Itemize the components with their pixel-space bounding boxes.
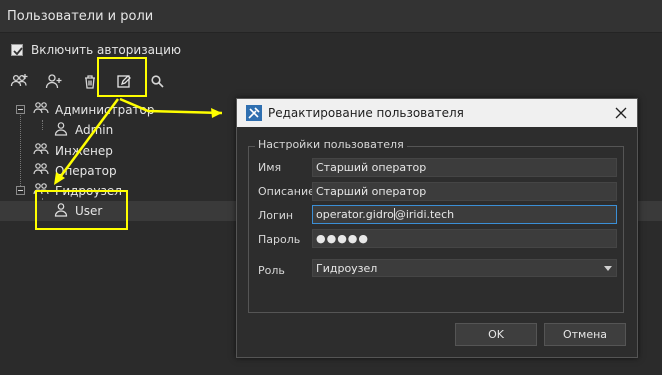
tree-item-operator[interactable]: Оператор [0,161,236,181]
description-value: Старший оператор [316,185,427,198]
name-field[interactable]: Старший оператор [312,158,617,177]
chevron-down-icon[interactable] [604,266,612,271]
close-button[interactable] [611,103,631,123]
login-value-start: operator.gidro [316,208,394,221]
cancel-button[interactable]: Отмена [544,323,626,346]
name-label: Имя [258,161,282,174]
group-icon [32,141,50,162]
search-icon[interactable] [148,72,168,92]
tree-item-label: Инженер [55,144,113,158]
tree-item-engineer[interactable]: Инженер [0,141,236,161]
password-field[interactable]: ●●●●● [312,229,617,248]
role-label: Роль [258,264,285,277]
enable-auth-label: Включить авторизацию [31,43,181,57]
tools-icon [246,105,262,124]
add-user-icon[interactable] [44,72,64,92]
annotation-edit-highlight [97,57,147,97]
login-label: Логин [258,209,294,222]
window-title: Пользователи и роли [7,9,154,24]
group-icon [32,161,50,182]
add-group-icon[interactable] [10,72,30,92]
role-value: Гидроузел [316,262,378,275]
user-icon [52,120,70,141]
tree-item-label: Admin [75,123,114,137]
dialog-title: Редактирование пользователя [268,106,464,120]
role-select[interactable]: Гидроузел [312,259,617,277]
tree-item-administrator[interactable]: Администратор [0,100,236,120]
enable-auth-checkbox-row[interactable]: Включить авторизацию [11,43,181,57]
name-value: Старший оператор [316,161,427,174]
password-value: ●●●●● [316,232,369,245]
login-value-end: @iridi.tech [394,208,455,221]
description-field[interactable]: Старший оператор [312,182,617,201]
dialog-titlebar: Редактирование пользователя [237,99,637,127]
close-icon [615,107,627,119]
collapse-toggle[interactable] [16,105,25,114]
enable-auth-checkbox[interactable] [11,44,23,56]
collapse-toggle[interactable] [16,186,25,195]
password-label: Пароль [258,233,301,246]
description-label: Описание [258,185,315,198]
tree-item-label: Администратор [55,103,155,117]
tree-item-admin[interactable]: Admin [0,120,236,140]
window-titlebar: Пользователи и роли [0,0,662,33]
group-icon [32,100,50,121]
login-field[interactable]: operator.gidro@iridi.tech [312,205,617,224]
edit-user-dialog: Редактирование пользователя Настройки по… [236,98,638,358]
tree-item-label: Оператор [55,164,117,178]
ok-button[interactable]: OK [455,323,537,346]
user-settings-group-title: Настройки пользователя [255,138,407,151]
annotation-user-highlight [35,190,128,230]
